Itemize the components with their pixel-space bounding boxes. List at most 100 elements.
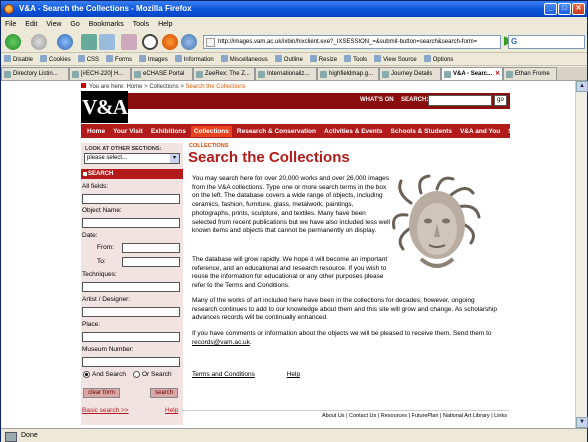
tab-ech-220[interactable]: [#ECH-220] H... — [69, 67, 131, 80]
and-search-label: And Search — [92, 371, 126, 378]
history-icon[interactable] — [142, 34, 158, 50]
nav-your-visit[interactable]: Your Visit — [113, 128, 143, 135]
tab-zeerex[interactable]: ZeeRex: The Z... — [193, 67, 255, 80]
browser-window: V&A - Search the Collections - Mozilla F… — [0, 0, 588, 442]
email-link[interactable]: records@vam.ac.uk — [192, 339, 250, 346]
home-icon[interactable] — [181, 34, 197, 50]
menu-help[interactable]: Help — [158, 21, 172, 28]
date-from-input[interactable] — [122, 243, 180, 253]
place-input[interactable] — [82, 332, 180, 342]
dev-cookies[interactable]: Cookies — [40, 55, 71, 63]
dev-disable[interactable]: Disable — [4, 55, 33, 63]
dev-forms[interactable]: Forms — [106, 55, 132, 63]
or-search-radio[interactable] — [133, 371, 140, 378]
scroll-up-icon[interactable]: ▲ — [576, 81, 588, 92]
dev-resize[interactable]: Resize — [310, 55, 337, 63]
page-title: Search the Collections — [188, 149, 350, 166]
dev-information[interactable]: Information — [175, 55, 214, 63]
dev-options[interactable]: Options — [424, 55, 454, 63]
all-fields-label: All fields: — [82, 183, 109, 190]
menu-go[interactable]: Go — [70, 21, 79, 28]
menu-bookmarks[interactable]: Bookmarks — [89, 21, 124, 28]
site-search-go-button[interactable]: go — [494, 95, 507, 106]
museum-number-input[interactable] — [82, 357, 180, 367]
artist-label: Artist / Designer: — [82, 296, 131, 303]
menu-edit[interactable]: Edit — [25, 21, 37, 28]
minimize-button[interactable]: _ — [544, 3, 557, 15]
research-paragraph: Many of the works of art included here h… — [192, 297, 497, 322]
from-label: From: — [97, 244, 114, 251]
all-fields-input[interactable] — [82, 194, 180, 204]
tab-ethan-frome[interactable]: Ethan Frome — [503, 67, 557, 80]
museum-number-label: Museum Number: — [82, 346, 134, 353]
tab-journey-details[interactable]: Journey Details — [379, 67, 441, 80]
footer-bar[interactable]: About Us | Contact Us | Resources | Futu… — [181, 410, 509, 420]
nav-shop-online[interactable]: Shop Online — [508, 128, 546, 135]
artist-input[interactable] — [82, 307, 180, 317]
nav-schools[interactable]: Schools & Students — [391, 128, 452, 135]
title-bar: V&A - Search the Collections - Mozilla F… — [1, 1, 587, 17]
object-name-label: Object Name: — [82, 207, 122, 214]
google-icon: G — [511, 37, 518, 46]
nav-home[interactable]: Home — [87, 128, 105, 135]
sidebar-help-link[interactable]: Help — [165, 407, 178, 414]
clear-form-button[interactable]: clear form — [83, 388, 120, 398]
nav-exhibitions[interactable]: Exhibitions — [151, 128, 186, 135]
date-to-input[interactable] — [122, 257, 180, 267]
tab-bar: Directory Listin... [#ECH-220] H... eCHA… — [1, 67, 587, 81]
window-title: V&A - Search the Collections - Mozilla F… — [19, 4, 192, 13]
dev-miscellaneous[interactable]: Miscellaneous — [221, 55, 268, 63]
nav-va-and-you[interactable]: V&A and You — [460, 128, 500, 135]
url-bar[interactable]: http://images.vam.ac.uk/ixbin/hixclient.… — [203, 35, 501, 49]
dev-view-source[interactable]: View Source — [374, 55, 417, 63]
menu-file[interactable]: File — [5, 21, 16, 28]
nav-collections[interactable]: Collections — [190, 125, 232, 137]
menu-view[interactable]: View — [46, 21, 61, 28]
back-icon[interactable] — [5, 34, 21, 50]
scroll-down-icon[interactable]: ▼ — [576, 417, 588, 428]
navigation-toolbar: http://images.vam.ac.uk/ixbin/hixclient.… — [1, 31, 587, 53]
vertical-scrollbar[interactable]: ▲ ▼ — [575, 81, 588, 428]
whats-on-link[interactable]: WHAT'S ON — [360, 97, 394, 103]
firefox-icon — [4, 4, 14, 14]
close-tab-icon[interactable]: ✕ — [495, 68, 500, 80]
dev-images[interactable]: Images — [139, 55, 168, 63]
send-icon[interactable] — [81, 34, 97, 50]
browser-search-box[interactable]: G — [508, 35, 585, 49]
dev-css[interactable]: CSS — [78, 55, 99, 63]
tab-internationaliz[interactable]: Internationaliz... — [255, 67, 317, 80]
sections-select[interactable]: please select... — [84, 153, 180, 164]
reload-icon[interactable] — [57, 34, 73, 50]
page-icon — [206, 38, 215, 47]
terms-link[interactable]: Terms and Conditions — [192, 371, 255, 378]
site-search-input[interactable] — [428, 95, 492, 106]
tab-echase-portal[interactable]: eCHASE Portal — [131, 67, 193, 80]
forward-icon[interactable] — [31, 34, 47, 50]
date-label: Date: — [82, 232, 98, 239]
object-name-input[interactable] — [82, 218, 180, 228]
tab-va-search[interactable]: V&A - Searc... ✕ — [441, 67, 503, 80]
nav-research[interactable]: Research & Conservation — [237, 128, 316, 135]
menu-tools[interactable]: Tools — [133, 21, 149, 28]
tab-directory-listing[interactable]: Directory Listin... — [1, 67, 69, 80]
search-button[interactable]: search — [150, 388, 178, 398]
tab-highfieldmap[interactable]: highfieldmap.g... — [317, 67, 379, 80]
va-logo[interactable]: V&A — [81, 91, 128, 123]
close-button[interactable]: ✕ — [572, 3, 585, 15]
and-search-radio[interactable] — [83, 371, 90, 378]
place-label: Place: — [82, 321, 101, 328]
search-header: SEARCH — [81, 169, 183, 179]
or-search-label: Or Search — [142, 371, 172, 378]
nav-activities[interactable]: Activities & Events — [324, 128, 383, 135]
dev-tools[interactable]: Tools — [344, 55, 367, 63]
bookmark-icon[interactable] — [99, 34, 115, 50]
look-at-label: LOOK AT OTHER SECTIONS: — [85, 146, 162, 152]
intro-paragraph: You may search here for over 20,000 work… — [192, 175, 390, 235]
techniques-input[interactable] — [82, 282, 180, 292]
help-link[interactable]: Help — [287, 371, 300, 378]
print-icon[interactable] — [121, 34, 137, 50]
stop-icon[interactable] — [162, 34, 178, 50]
maximize-button[interactable]: □ — [558, 3, 571, 15]
basic-search-link[interactable]: Basic search >> — [82, 407, 129, 414]
dev-outline[interactable]: Outline — [275, 55, 303, 63]
